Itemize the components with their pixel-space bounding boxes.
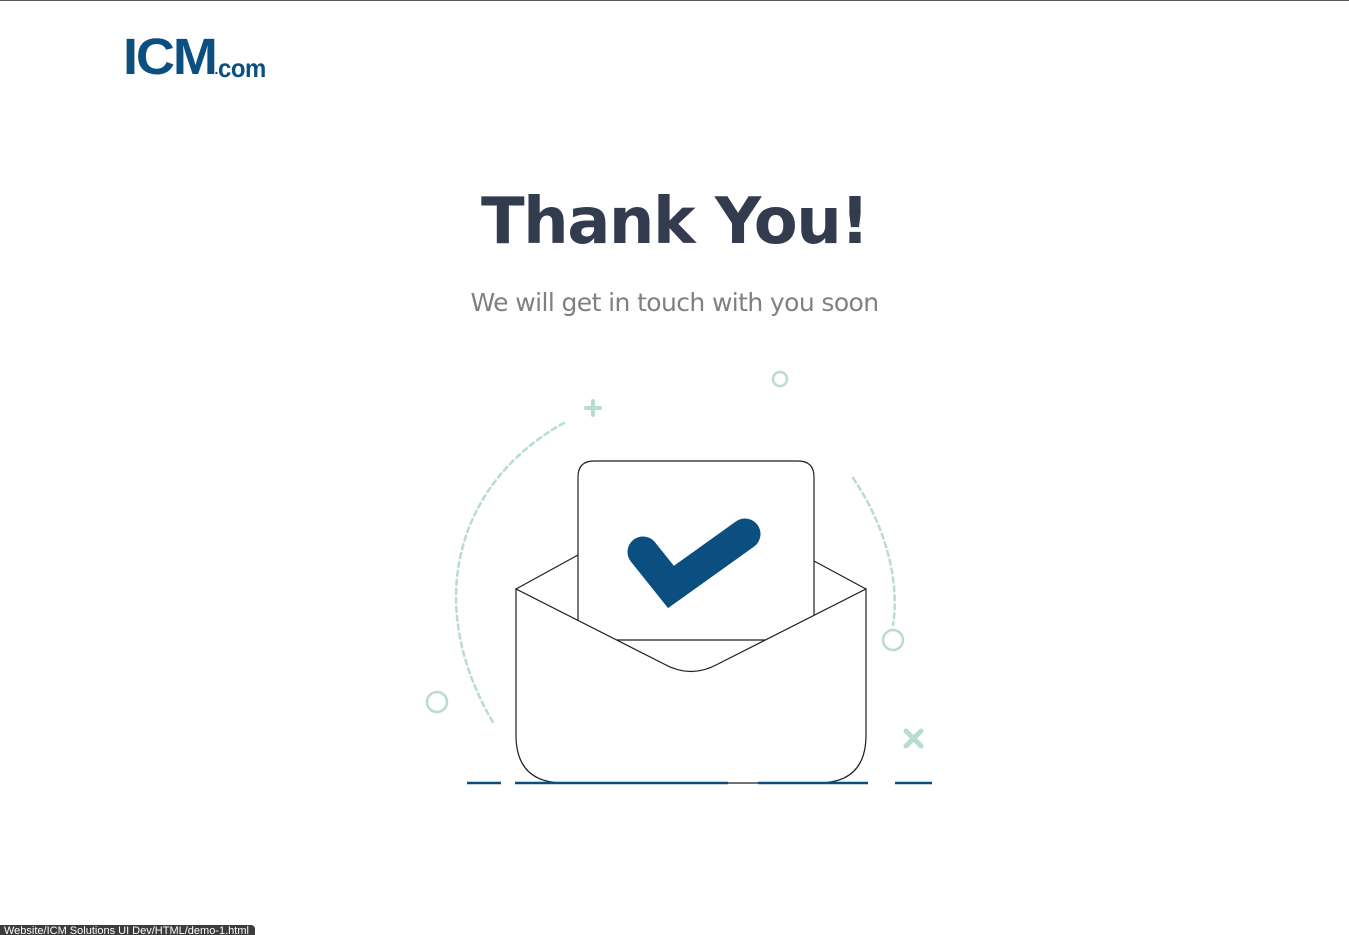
sparkle-circle-icon <box>881 628 905 652</box>
sparkle-plus-icon <box>584 399 602 417</box>
thank-you-page: ICM . com Thank You! We will get in touc… <box>0 0 1349 935</box>
sparkle-cross-icon <box>903 728 924 749</box>
sparkle-circle-icon <box>771 370 789 388</box>
success-illustration <box>425 370 932 785</box>
envelope-icon <box>515 460 867 784</box>
status-bar-url: Website/ICM Solutions UI Dev/HTML/demo-1… <box>0 925 255 935</box>
sparkle-circle-icon <box>425 690 449 714</box>
